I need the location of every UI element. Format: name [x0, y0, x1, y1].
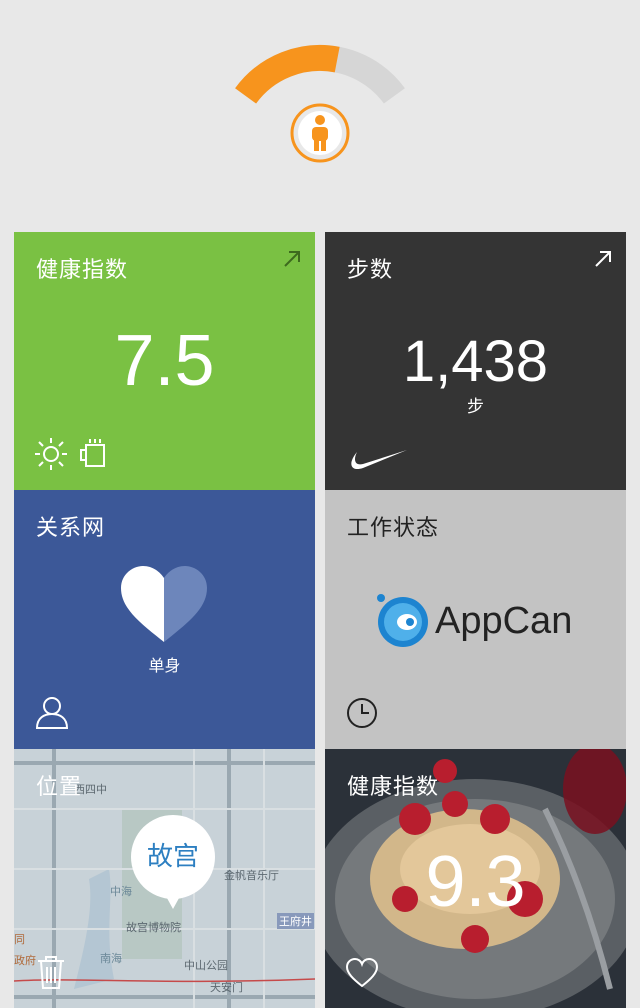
tile-title: 关系网: [36, 516, 106, 541]
heart-outline-icon[interactable]: [345, 957, 379, 989]
tile-title: 位置: [36, 775, 83, 800]
map-label: 故宫博物院: [126, 921, 181, 934]
nike-swoosh-icon: [351, 450, 407, 470]
map-label: 金帆音乐厅: [224, 869, 279, 882]
health-gauge[interactable]: [205, 30, 435, 180]
app-screen: 健康指数 7.5 步数 1,438 步 关系网 单身 工作状态 AppCan 西…: [0, 0, 640, 1008]
expand-arrow-icon[interactable]: [592, 248, 614, 270]
appcan-logo-text: AppCan: [435, 600, 573, 642]
map-label: 天安门: [210, 981, 243, 994]
map-label: 政府: [14, 954, 36, 967]
map-pin-bubble[interactable]: 故宫: [131, 815, 215, 899]
tile-title: 工作状态: [347, 516, 440, 541]
steps-unit: 步: [467, 397, 484, 417]
relationship-status: 单身: [148, 656, 181, 675]
heart-icon: [121, 566, 207, 642]
tile-title: 健康指数: [347, 775, 440, 800]
map-label: 中山公园: [184, 959, 228, 972]
person-icon: [290, 103, 350, 163]
tile-title: 步数: [347, 258, 394, 283]
health-index-photo-tile[interactable]: 健康指数 9.3: [325, 749, 626, 1008]
health-index-value: 7.5: [114, 321, 215, 401]
expand-arrow-icon[interactable]: [281, 248, 303, 270]
health-index-value: 9.3: [425, 842, 526, 922]
steps-value: 1,438: [402, 329, 549, 394]
location-tile[interactable]: 西四中 金帆音乐厅 中海 故宫博物院 王府井 南海 中山公园 天安门 同 政府 …: [14, 749, 315, 1008]
map-label: 南海: [100, 952, 122, 965]
clock-icon[interactable]: [345, 696, 379, 730]
map-label: 同: [14, 933, 25, 946]
appcan-logo-icon: [377, 594, 428, 647]
map-label: 王府井: [277, 913, 314, 929]
user-icon[interactable]: [34, 694, 70, 730]
work-status-tile[interactable]: 工作状态 AppCan: [325, 490, 626, 749]
steps-tile[interactable]: 步数 1,438 步: [325, 232, 626, 490]
sun-icon: [35, 438, 67, 470]
coffee-cup-icon: [80, 439, 105, 467]
health-index-tile[interactable]: 健康指数 7.5: [14, 232, 315, 490]
trash-icon[interactable]: [36, 954, 66, 990]
tile-title: 健康指数: [36, 258, 129, 283]
map-label: 中海: [110, 885, 132, 898]
relationship-tile[interactable]: 关系网 单身: [14, 490, 315, 749]
